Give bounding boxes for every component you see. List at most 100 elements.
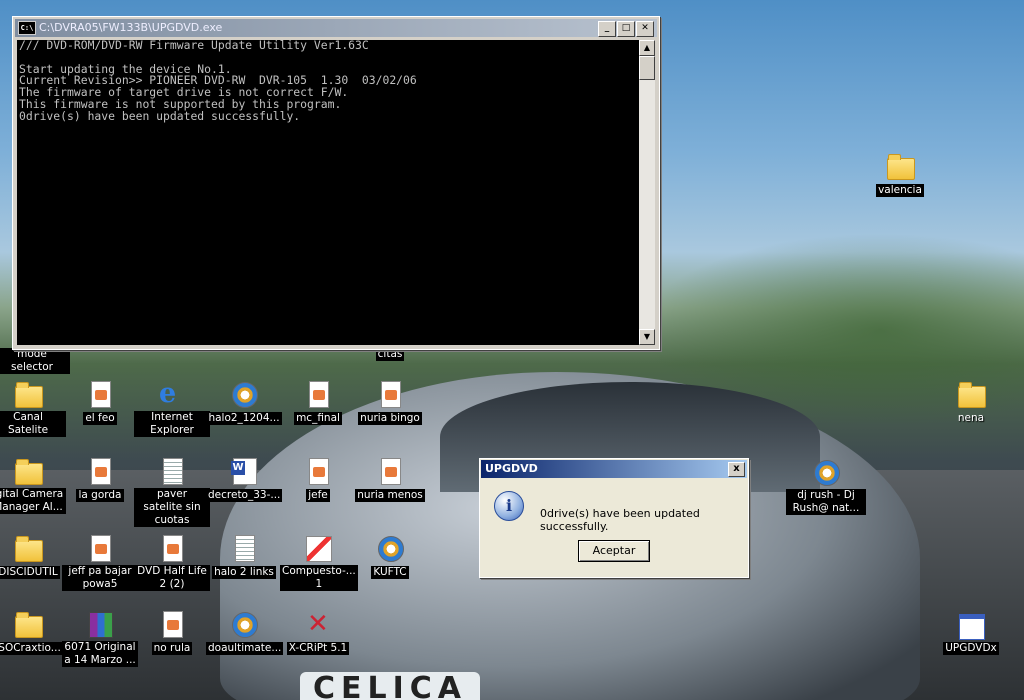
- desktop-icon-label: mode selector: [0, 348, 70, 374]
- desktop-icon-label: DVD Half Life 2 (2): [134, 565, 210, 591]
- close-button[interactable]: ✕: [636, 21, 654, 37]
- document-icon: [86, 380, 114, 408]
- desktop-icon-label: nuria bingo: [358, 412, 422, 425]
- desktop-icon-label: decreto_33-...: [206, 489, 283, 502]
- folder-icon: [14, 610, 43, 638]
- document-icon: [158, 534, 186, 562]
- desktop-icon-jeff[interactable]: jeff pa bajar powa5: [62, 534, 138, 591]
- console-app-icon: C:\: [18, 21, 36, 35]
- desktop-icon-nuria-menos[interactable]: nuria menos: [352, 457, 428, 502]
- xcript-tool-icon: ✕: [307, 609, 329, 639]
- document-icon: [86, 534, 114, 562]
- desktop-icon-discidutil[interactable]: DISCIDUTIL: [0, 534, 66, 579]
- upgdvd-message-dialog[interactable]: UPGDVD x i 0drive(s) have been updated s…: [479, 458, 749, 578]
- desktop-icon-label: ISOCraxtio...: [0, 642, 63, 655]
- paint-file-icon: [304, 534, 332, 562]
- text-file-icon: [230, 534, 258, 562]
- folder-icon: [14, 534, 43, 562]
- dialog-message: 0drive(s) have been updated successfully…: [540, 507, 700, 533]
- console-title: C:\DVRA05\FW133B\UPGDVD.exe: [39, 21, 223, 34]
- desktop-icon-label: paver satelite sin cuotas: [134, 488, 210, 527]
- desktop-icon-label: 6071 Original a 14 Marzo ...: [62, 641, 138, 667]
- desktop-icon-nena[interactable]: nena: [933, 380, 1009, 425]
- scroll-thumb[interactable]: [639, 56, 655, 80]
- desktop-icon-label: UPGDVDx: [943, 642, 999, 655]
- folder-icon: [886, 152, 915, 180]
- desktop-icon-valencia[interactable]: valencia: [862, 152, 938, 197]
- desktop-icon-label: la gorda: [76, 489, 124, 502]
- scroll-up-arrow-icon[interactable]: ▲: [639, 40, 655, 56]
- desktop-icon-label: doaultimate...: [206, 642, 284, 655]
- desktop-icon-jefe[interactable]: jefe: [280, 457, 356, 502]
- console-window[interactable]: C:\ C:\DVRA05\FW133B\UPGDVD.exe _ □ ✕ /// D…: [12, 16, 660, 350]
- desktop-icon-label: valencia: [876, 184, 924, 197]
- folder-icon: [14, 380, 43, 408]
- desktop-icon-6071-original[interactable]: 6071 Original a 14 Marzo ...: [62, 610, 138, 667]
- desktop-icon-label: no rula: [151, 642, 193, 655]
- desktop-icon-upgdvdx[interactable]: UPGDVDx: [933, 610, 1009, 655]
- desktop-icon-label: X-CRiPt 5.1: [286, 642, 350, 655]
- minimize-button[interactable]: _: [598, 21, 616, 37]
- console-output[interactable]: /// DVD-ROM/DVD-RW Firmware Update Utili…: [17, 40, 641, 345]
- maximize-button[interactable]: □: [617, 21, 635, 37]
- console-line: /// DVD-ROM/DVD-RW Firmware Update Utili…: [19, 40, 369, 52]
- console-titlebar[interactable]: C:\ C:\DVRA05\FW133B\UPGDVD.exe _ □ ✕: [15, 19, 657, 37]
- desktop-icon-label: el feo: [83, 412, 117, 425]
- scroll-down-arrow-icon[interactable]: ▼: [639, 329, 655, 345]
- desktop-icon-paver-satelite[interactable]: paver satelite sin cuotas: [134, 457, 210, 527]
- desktop-icon-internet-explorer[interactable]: e Internet Explorer: [134, 380, 210, 437]
- desktop-icon-dj-rush[interactable]: dj rush - Dj Rush@ nat...: [786, 458, 866, 515]
- desktop-icon-label: dj rush - Dj Rush@ nat...: [786, 489, 866, 515]
- desktop-icon-mc-final[interactable]: mc_final: [280, 380, 356, 425]
- desktop-icon-doaultimate[interactable]: doaultimate...: [206, 610, 284, 655]
- dialog-close-button[interactable]: x: [728, 462, 745, 477]
- desktop-icon-label: nuria menos: [355, 489, 425, 502]
- desktop-icon-label: nena: [957, 412, 985, 424]
- console-scrollbar[interactable]: ▲ ▼: [639, 40, 655, 345]
- dialog-title: UPGDVD: [485, 462, 538, 475]
- information-icon: i: [494, 491, 524, 521]
- desktop-icon-nuria-bingo[interactable]: nuria bingo: [352, 380, 428, 425]
- desktop-icon-label: igital Camera Manager Al...: [0, 488, 66, 514]
- console-line: 0drive(s) have been updated successfully…: [19, 108, 301, 123]
- desktop-icon-la-gorda[interactable]: la gorda: [62, 457, 138, 502]
- aceptar-button[interactable]: Aceptar: [578, 540, 650, 562]
- desktop-icon-label: Internet Explorer: [134, 411, 210, 437]
- word-document-icon: [230, 457, 258, 485]
- desktop-icon-kuftc[interactable]: KUFTC: [352, 534, 428, 579]
- text-file-icon: [158, 457, 186, 485]
- desktop-icon-no-rula[interactable]: no rula: [134, 610, 210, 655]
- folder-icon: [14, 457, 43, 485]
- media-file-icon: [376, 534, 404, 562]
- desktop-icon-label: halo 2 links: [212, 566, 276, 579]
- desktop-icon-digital-camera[interactable]: igital Camera Manager Al...: [0, 457, 66, 514]
- desktop-icon-label: Compuesto-... 1: [280, 565, 358, 591]
- wallpaper-car-badge: CELICA: [300, 672, 480, 700]
- desktop-icon-label: jeff pa bajar powa5: [62, 565, 138, 591]
- desktop-icon-iso-craxtion[interactable]: ISOCraxtio...: [0, 610, 66, 655]
- document-icon: [376, 457, 404, 485]
- app-window-icon: [957, 610, 985, 640]
- desktop-icon-label: KUFTC: [371, 566, 409, 579]
- document-icon: [158, 610, 186, 638]
- desktop-icon-label: jefe: [306, 489, 330, 502]
- folder-icon: [957, 380, 986, 408]
- desktop-icon-halo-2-links[interactable]: halo 2 links: [206, 534, 282, 579]
- document-icon: [86, 457, 114, 485]
- desktop-icon-dvd-half-life[interactable]: DVD Half Life 2 (2): [134, 534, 210, 591]
- media-file-icon: [230, 610, 258, 638]
- desktop-icon-decreto[interactable]: decreto_33-...: [206, 457, 283, 502]
- dialog-titlebar[interactable]: UPGDVD x: [481, 460, 747, 478]
- desktop-icon-halo2[interactable]: halo2_1204...: [206, 380, 282, 425]
- document-icon: [304, 380, 332, 408]
- desktop-icon-label: Canal Satelite: [0, 411, 66, 437]
- desktop-icon-canal-satelite[interactable]: Canal Satelite: [0, 380, 66, 437]
- document-icon: [376, 380, 404, 408]
- desktop-icon-label: DISCIDUTIL: [0, 566, 60, 579]
- desktop-icon-el-feo[interactable]: el feo: [62, 380, 138, 425]
- close-icon: x: [733, 463, 740, 474]
- winrar-archive-icon: [86, 610, 114, 638]
- desktop-icon-compuesto[interactable]: Compuesto-... 1: [280, 534, 358, 591]
- internet-explorer-icon: e: [159, 378, 177, 409]
- desktop-icon-xcript[interactable]: ✕ X-CRiPt 5.1: [280, 610, 356, 655]
